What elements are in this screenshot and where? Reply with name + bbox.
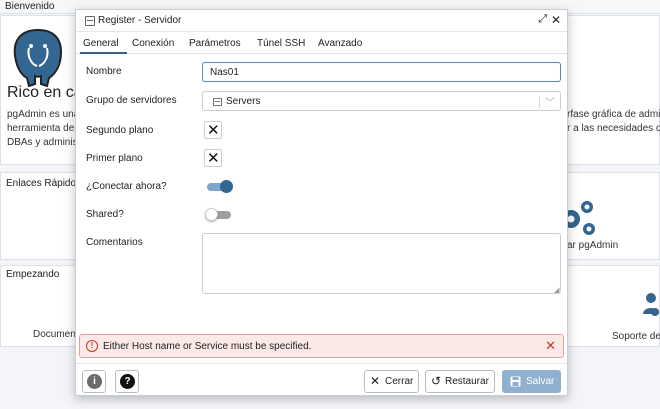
foreground-color-picker[interactable]: ✕ [204,149,222,167]
save-icon [510,376,521,387]
tab-general[interactable]: General [83,38,119,49]
help-button[interactable]: ? [115,370,139,393]
info-button[interactable]: i [82,370,106,393]
tab-connection[interactable]: Conexión [132,38,174,49]
help-icon: ? [120,374,135,389]
welcome-header-title: Bienvenido [5,1,55,12]
pgadmin-elephant-logo [13,28,63,88]
background-color-label: Segundo plano [86,125,154,136]
configure-pgadmin-label[interactable]: ar pgAdmin [567,239,618,253]
background-color-picker[interactable]: ✕ [204,121,222,139]
server-group-select[interactable]: Servers ﹀ [202,91,561,111]
foreground-color-label: Primer plano [86,153,143,164]
welcome-right-line-2: r a las necesidades d [567,123,660,134]
active-tab-indicator [80,52,127,54]
server-group-icon [213,98,222,106]
clear-color-icon: ✕ [207,121,220,139]
community-icon [643,293,659,316]
close-error-icon[interactable]: ✕ [545,338,556,354]
error-message-bar: ! Either Host name or Service must be sp… [79,334,564,358]
getting-started-title: Empezando [6,269,60,280]
dialog-titlebar[interactable]: Register - Servidor ⤢ ✕ [76,10,567,32]
shared-toggle[interactable] [205,208,231,221]
close-button-label: Cerrar [385,376,414,387]
reset-icon: ↺ [431,374,442,388]
chevron-down-icon[interactable]: ﹀ [545,94,555,109]
dialog-footer: i ? ✕ Cerrar ↺ Restaurar Salvar [76,363,567,397]
name-input[interactable] [202,62,561,82]
comments-textarea[interactable] [202,233,561,294]
tab-parameters[interactable]: Parámetros [189,38,241,49]
register-server-dialog: Register - Servidor ⤢ ✕ General Conexión… [75,9,568,396]
select-separator [539,96,540,108]
connect-now-label: ¿Conectar ahora? [86,181,167,192]
error-message-text: Either Host name or Service must be spec… [103,341,312,352]
reset-button-label: Restaurar [445,376,489,387]
dialog-title: Register - Servidor [98,15,182,26]
tab-ssh-tunnel[interactable]: Túnel SSH [257,38,305,49]
welcome-line-2: herramienta de [7,123,75,134]
save-button-label: Salvar [526,376,555,387]
quick-links-title: Enlaces Rápido [6,178,77,189]
documentation-link[interactable]: Documen [33,328,76,342]
tab-advanced[interactable]: Avanzado [318,38,362,49]
comments-label: Comentarios [86,237,143,248]
server-group-value: Servers [226,96,261,107]
resize-grip-icon[interactable]: ◢ [554,286,559,294]
welcome-line-1: pgAdmin es una [7,109,80,120]
connect-now-toggle[interactable] [207,180,233,193]
dialog-tabs: General Conexión Parámetros Túnel SSH Av… [76,33,567,54]
toggle-knob [205,208,218,221]
name-label: Nombre [86,66,122,77]
close-x-icon: ✕ [370,374,381,388]
welcome-right-line-1: rfase gráfica de admi [567,109,660,120]
server-group-label: Grupo de servidores [86,95,177,106]
welcome-line-3: DBAs y adminis [7,137,78,148]
close-button[interactable]: ✕ Cerrar [364,370,419,393]
toggle-knob [220,180,233,193]
info-icon: i [87,374,102,389]
clear-color-icon: ✕ [207,149,220,167]
error-icon: ! [86,340,98,352]
support-link[interactable]: Soporte de [612,330,660,344]
shared-label: Shared? [86,209,124,220]
expand-icon[interactable]: ⤢ [538,13,547,26]
welcome-title: Rico en ca [7,84,83,101]
save-button[interactable]: Salvar [502,370,561,393]
server-icon [85,16,95,26]
reset-button[interactable]: ↺ Restaurar [425,370,495,393]
close-icon[interactable]: ✕ [551,13,561,27]
